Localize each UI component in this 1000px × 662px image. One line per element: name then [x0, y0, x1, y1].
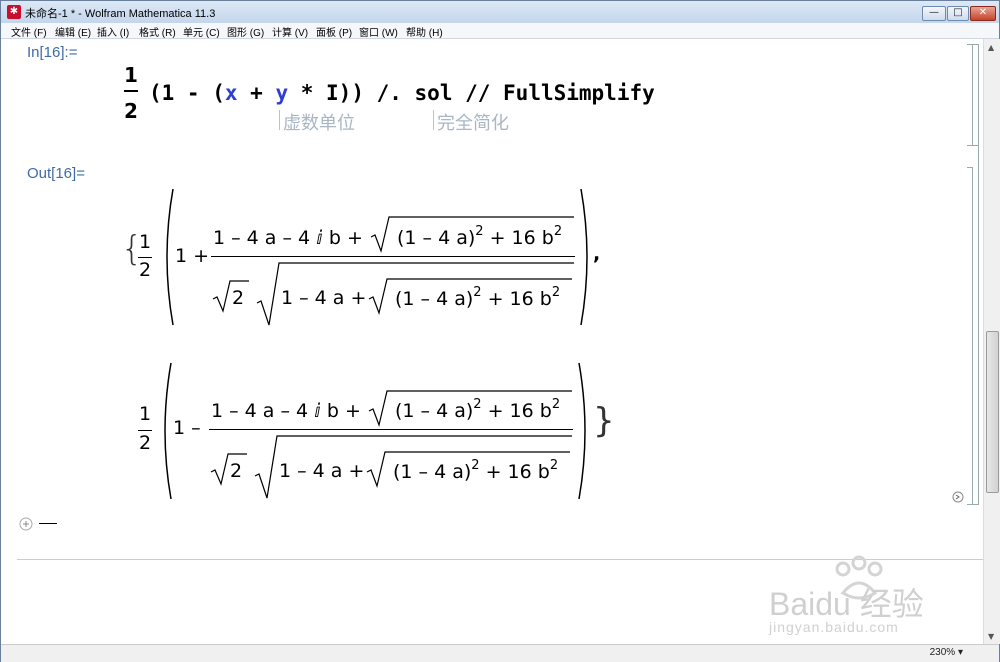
- menu-evaluation[interactable]: 计算 (V): [272, 24, 308, 39]
- window-title: 未命名-1 * - Wolfram Mathematica 11.3: [25, 8, 216, 20]
- sol2-den-radicand-tail: + 16 b: [485, 461, 550, 483]
- sol2-left-paren: [164, 362, 172, 500]
- menu-help[interactable]: 帮助 (H): [406, 24, 443, 39]
- expr-pre: (1 - (: [149, 81, 225, 105]
- sol1-numerator: 1 – 4 a – 4 ⅈ b +: [213, 227, 363, 249]
- sol2-den-radicand-tail-exp: 2: [549, 458, 559, 473]
- output-cell-label: Out[16]=: [27, 165, 85, 182]
- sol1-half-den: 2: [139, 259, 152, 281]
- sol1-den-radicand-exp: 2: [473, 285, 482, 300]
- sol2-right-paren: [578, 362, 586, 500]
- input-expression[interactable]: (1 - (x + y * I)) /. sol // FullSimplify: [149, 81, 655, 105]
- notebook-content[interactable]: In[16]:= 1 2 (1 - (x + y * I)) /. sol //…: [1, 39, 983, 644]
- sol2-num-radicand-exp: 2: [473, 397, 482, 412]
- sol2-half-line: [138, 430, 152, 431]
- title-bar: ✱ 未命名-1 * - Wolfram Mathematica 11.3 — □…: [1, 1, 999, 23]
- sol2-half-den: 2: [139, 432, 152, 454]
- sol1-den-radicand-tail-exp: 2: [551, 285, 561, 300]
- sol2-den-radicand-exp: 2: [471, 458, 480, 473]
- insertion-cursor: [39, 523, 57, 524]
- sol1-num-radicand: (1 – 4 a)2 + 16 b2: [397, 224, 563, 249]
- sol1-den-radicand: (1 – 4 a)2 + 16 b2: [395, 285, 561, 310]
- sol1-num-radicand-base: (1 – 4 a): [397, 227, 476, 249]
- sol2-den-radicand: (1 – 4 a)2 + 16 b2: [393, 458, 559, 483]
- sol1-right-paren: [580, 188, 588, 326]
- more-output-icon[interactable]: [952, 491, 964, 503]
- sol1-half-line: [138, 257, 152, 258]
- hint-marker-2: [433, 110, 434, 130]
- menu-window[interactable]: 窗口 (W): [359, 24, 398, 39]
- expr-plus: +: [237, 81, 276, 105]
- sol1-den-radicand-tail: + 16 b: [487, 288, 552, 310]
- sol2-num-radicand: (1 – 4 a)2 + 16 b2: [395, 397, 561, 422]
- menu-edit[interactable]: 编辑 (E): [55, 24, 91, 39]
- menu-palettes[interactable]: 面板 (P): [316, 24, 352, 39]
- input-fraction-line: [124, 90, 138, 92]
- sol1-den-inner: 1 – 4 a +: [281, 287, 367, 309]
- close-brace: }: [593, 401, 615, 441]
- sol1-num-radicand-exp: 2: [475, 224, 484, 239]
- mathematica-logo-icon: ✱: [7, 5, 21, 19]
- menu-insert[interactable]: 插入 (I): [97, 24, 129, 39]
- sol1-den-sqrt2-value: 2: [232, 287, 245, 309]
- close-button[interactable]: ✕: [970, 6, 996, 21]
- input-fraction-numerator: 1: [124, 63, 138, 87]
- cell-group-bracket[interactable]: [973, 44, 979, 505]
- sol1-half-num: 1: [139, 231, 152, 253]
- scroll-down-icon[interactable]: ▼: [988, 632, 994, 641]
- sol2-den-sqrt2: [210, 453, 247, 486]
- vertical-scrollbar[interactable]: ▲ ▼: [983, 39, 1000, 644]
- input-cell-label: In[16]:=: [27, 44, 78, 61]
- sol1-den-radicand-base: (1 – 4 a): [395, 288, 474, 310]
- sol2-num-radicand-base: (1 – 4 a): [395, 400, 474, 422]
- status-bar: 230% ▾: [1, 644, 999, 662]
- menu-cell[interactable]: 单元 (C): [183, 24, 220, 39]
- sol1-main-fraction-line: [211, 256, 575, 257]
- menu-graphics[interactable]: 图形 (G): [227, 24, 264, 39]
- menu-file[interactable]: 文件 (F): [11, 24, 47, 39]
- zoom-value: 230%: [929, 647, 956, 658]
- sol2-den-radicand-base: (1 – 4 a): [393, 461, 472, 483]
- input-fraction-denominator: 2: [124, 99, 138, 123]
- sol1-left-paren: [166, 188, 174, 326]
- sol2-den-inner: 1 – 4 a +: [279, 460, 365, 482]
- sol2-den-sqrt2-value: 2: [230, 460, 243, 482]
- zoom-level[interactable]: 230% ▾: [930, 647, 963, 658]
- var-x: x: [224, 81, 238, 105]
- tooltip-imaginary-unit: 虚数单位: [283, 113, 355, 134]
- maximize-button[interactable]: □: [947, 6, 969, 21]
- scroll-up-icon[interactable]: ▲: [988, 43, 994, 52]
- solution-separator-comma: ,: [593, 243, 601, 265]
- menu-bar: 文件 (F) 编辑 (E) 插入 (I) 格式 (R) 单元 (C) 图形 (G…: [1, 23, 999, 39]
- sol2-num-radicand-tail-exp: 2: [551, 397, 561, 412]
- watermark-url: jingyan.baidu.com: [769, 619, 899, 635]
- sol1-den-sqrt2: [212, 280, 249, 313]
- minimize-button[interactable]: —: [922, 6, 946, 21]
- var-y: y: [275, 81, 289, 105]
- menu-format[interactable]: 格式 (R): [139, 24, 176, 39]
- expr-post: * I)) /. sol // FullSimplify: [288, 81, 655, 105]
- sol2-main-fraction-line: [209, 429, 573, 430]
- sol1-num-radicand-tail-exp: 2: [553, 224, 563, 239]
- sol2-num-radicand-tail: + 16 b: [487, 400, 552, 422]
- mathematica-window: ✱ 未命名-1 * - Wolfram Mathematica 11.3 — □…: [0, 0, 1000, 662]
- sol1-lead: 1 +: [175, 245, 210, 267]
- add-cell-icon[interactable]: [19, 517, 33, 531]
- scrollbar-thumb[interactable]: [986, 331, 999, 493]
- sol2-lead: 1 –: [173, 417, 201, 439]
- sol2-numerator: 1 – 4 a – 4 ⅈ b +: [211, 400, 361, 422]
- sol2-half-num: 1: [139, 403, 152, 425]
- sol1-num-radicand-tail: + 16 b: [489, 227, 554, 249]
- hint-marker-1: [279, 110, 280, 130]
- tooltip-fullsimplify: 完全简化: [437, 113, 509, 134]
